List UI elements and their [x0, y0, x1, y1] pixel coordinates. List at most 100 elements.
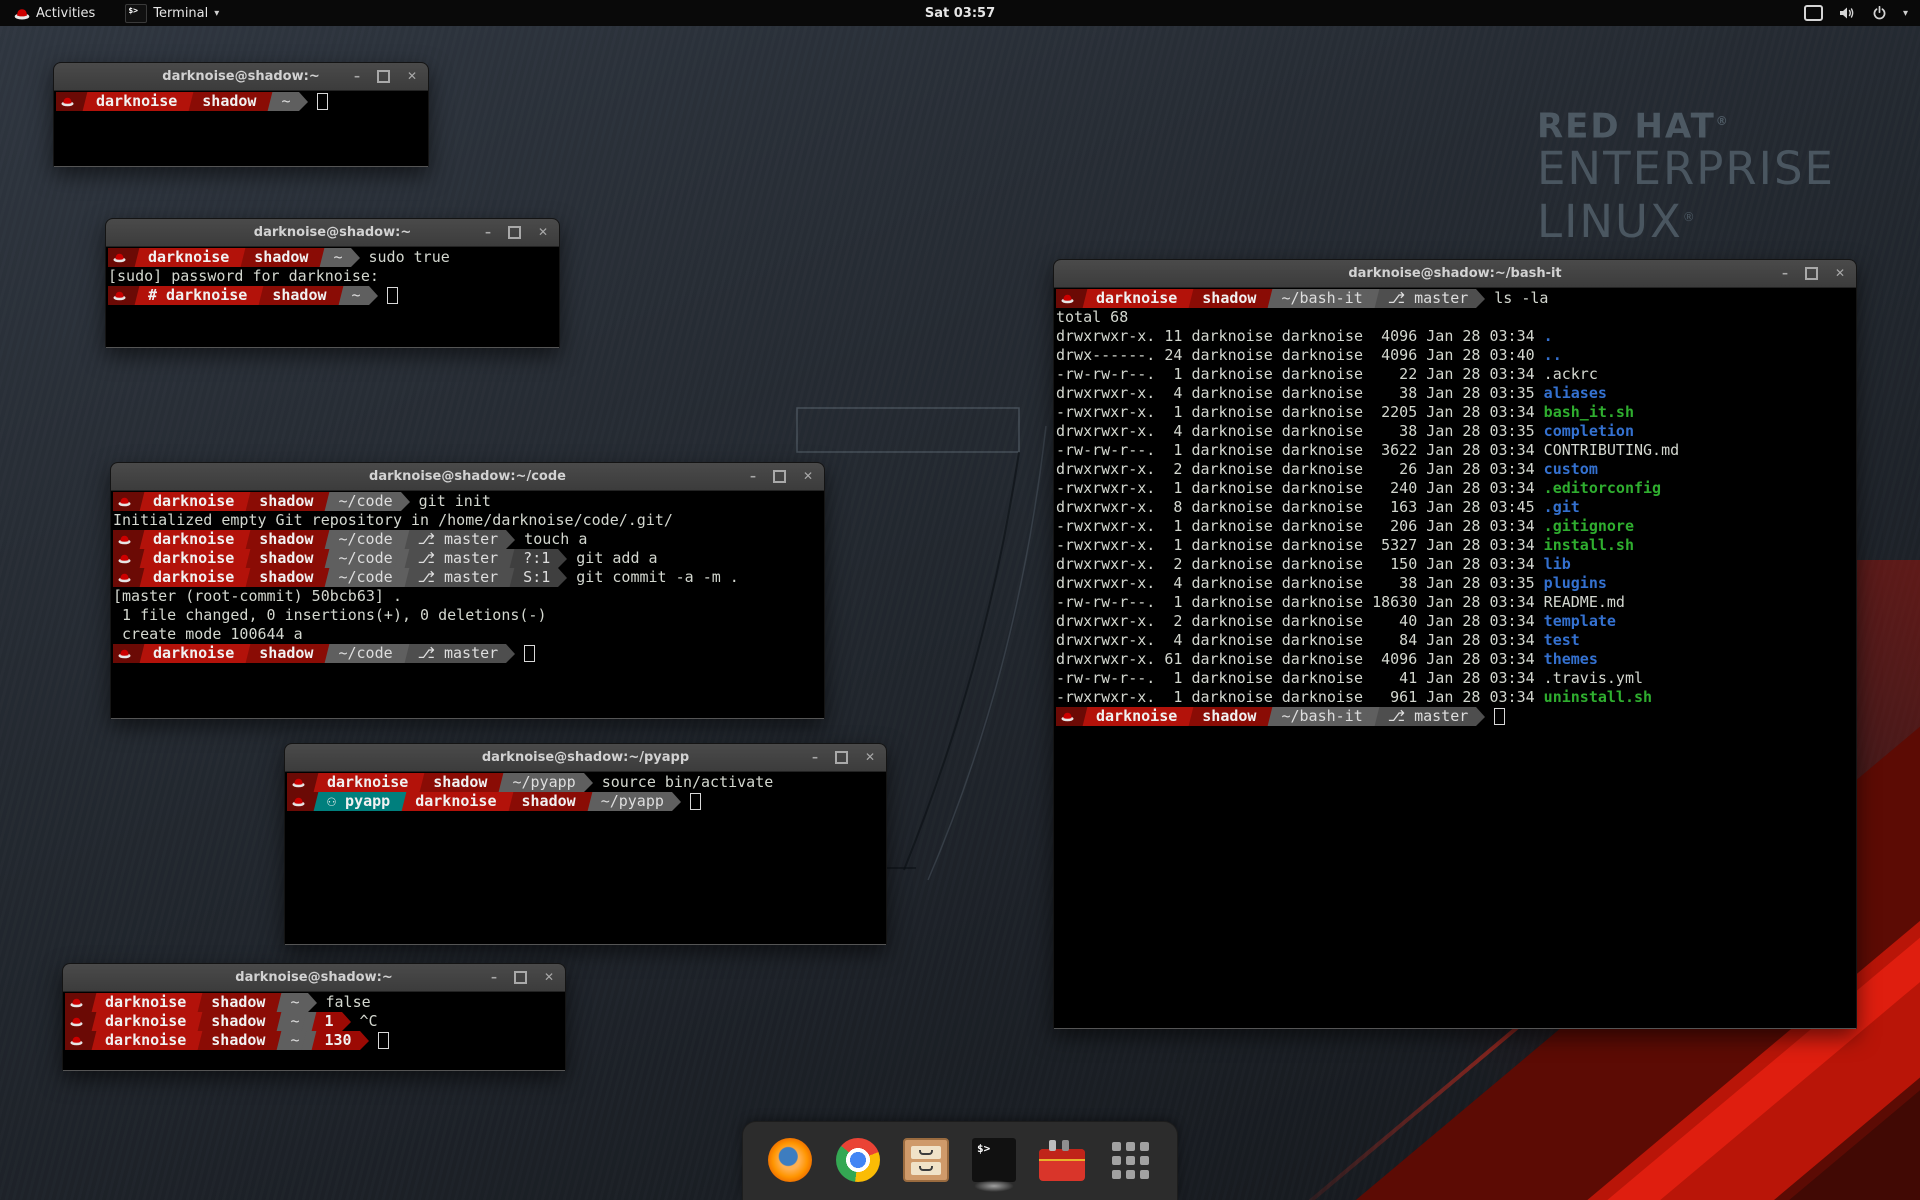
- prompt-segment-user: darknoise: [97, 993, 194, 1012]
- file-name: aliases: [1544, 384, 1607, 402]
- prompt-segment-branch: ⎇ master: [410, 568, 507, 587]
- file-meta: -rwxrwxr-x. 1 darknoise darknoise 206 Ja…: [1056, 517, 1544, 535]
- file-meta: -rw-rw-r--. 1 darknoise darknoise 18630 …: [1056, 593, 1544, 611]
- prompt-segment-branch: ⎇ master: [410, 530, 507, 549]
- app-menu-terminal[interactable]: $> Terminal ▾: [121, 0, 223, 26]
- close-button[interactable]: ✕: [803, 463, 813, 490]
- window-titlebar[interactable]: darknoise@shadow:~ – ✕: [106, 219, 559, 247]
- power-icon[interactable]: [1872, 6, 1887, 21]
- file-meta: -rw-rw-r--. 1 darknoise darknoise 22 Jan…: [1056, 365, 1544, 383]
- maximize-button[interactable]: [508, 219, 521, 246]
- terminal-content[interactable]: darknoiseshadow~/pyappsource bin/activat…: [285, 772, 886, 944]
- prompt-segment-branch: ⎇ master: [1380, 289, 1477, 308]
- dock-item-firefox[interactable]: [767, 1137, 813, 1183]
- terminal-content[interactable]: darknoiseshadow~falsedarknoiseshadow~1^C…: [63, 992, 565, 1070]
- terminal-window-home-1[interactable]: darknoise@shadow:~ – ✕ darknoiseshadow~: [53, 62, 429, 167]
- segment-separator: [1185, 707, 1194, 726]
- activities-label: Activities: [36, 6, 95, 21]
- window-titlebar[interactable]: darknoise@shadow:~/code – ✕: [111, 463, 824, 491]
- activities-button[interactable]: Activities: [10, 0, 99, 26]
- display-icon[interactable]: [1804, 5, 1823, 21]
- file-name: test: [1544, 631, 1580, 649]
- segment-separator: [273, 1012, 282, 1031]
- window-titlebar[interactable]: darknoise@shadow:~/bash-it – ✕: [1054, 260, 1856, 288]
- prompt-segment-branch: ⎇ master: [410, 549, 507, 568]
- prompt-arrow: [342, 1012, 351, 1031]
- minimize-button[interactable]: –: [1782, 260, 1788, 287]
- minimize-button[interactable]: –: [485, 219, 491, 246]
- prompt-segment-user: darknoise: [145, 530, 242, 549]
- close-button[interactable]: ✕: [865, 744, 875, 771]
- prompt-segment-exit: 130: [317, 1031, 360, 1050]
- command-text: git add a: [576, 549, 657, 568]
- file-name: .editorconfig: [1544, 479, 1661, 497]
- maximize-button[interactable]: [377, 63, 390, 90]
- terminal-content[interactable]: darknoiseshadow~: [54, 91, 428, 166]
- terminal-cursor: [387, 287, 398, 304]
- minimize-button[interactable]: –: [491, 964, 497, 991]
- segment-separator: [237, 248, 246, 267]
- dock-item-show-applications[interactable]: [1107, 1137, 1153, 1183]
- prompt-arrow: [360, 1031, 369, 1050]
- dock-item-chrome[interactable]: [835, 1137, 881, 1183]
- clock[interactable]: Sat 03:57: [925, 6, 995, 21]
- file-name: uninstall.sh: [1544, 688, 1652, 706]
- file-meta: drwxrwxr-x. 11 darknoise darknoise 4096 …: [1056, 327, 1544, 345]
- terminal-line: darknoiseshadow~: [56, 92, 426, 111]
- maximize-button[interactable]: [514, 964, 527, 991]
- app-grid-icon: [1112, 1142, 1149, 1179]
- prompt-segment-path: ~/pyapp: [593, 792, 672, 811]
- terminal-output-line: total 68: [1056, 308, 1854, 327]
- terminal-window-exitcodes[interactable]: darknoise@shadow:~ – ✕ darknoiseshadow~f…: [62, 963, 566, 1071]
- maximize-button[interactable]: [773, 463, 786, 490]
- prompt-arrow: [584, 773, 593, 792]
- segment-separator: [401, 644, 410, 663]
- terminal-cursor: [317, 93, 328, 110]
- segment-separator: [136, 492, 145, 511]
- terminal-output-line: [master (root-commit) 50bcb63] .: [113, 587, 822, 606]
- prompt-segment-path: ~: [344, 286, 369, 305]
- terminal-window-sudo[interactable]: darknoise@shadow:~ – ✕ darknoiseshadow~s…: [105, 218, 560, 348]
- command-text: ^C: [360, 1012, 378, 1031]
- minimize-button[interactable]: –: [354, 63, 360, 90]
- minimize-button[interactable]: –: [750, 463, 756, 490]
- file-list-row: -rw-rw-r--. 1 darknoise darknoise 18630 …: [1056, 593, 1854, 612]
- terminal-window-code[interactable]: darknoise@shadow:~/code – ✕ darknoisesha…: [110, 462, 825, 719]
- terminal-line: darknoiseshadow~/codegit init: [113, 492, 822, 511]
- segment-separator: [505, 792, 514, 811]
- file-name: .ackrc: [1544, 365, 1598, 383]
- volume-icon[interactable]: [1839, 6, 1856, 20]
- file-meta: -rwxrwxr-x. 1 darknoise darknoise 240 Ja…: [1056, 479, 1544, 497]
- terminal-content[interactable]: darknoiseshadow~sudo true[sudo] password…: [106, 247, 559, 347]
- terminal-window-bash-it[interactable]: darknoise@shadow:~/bash-it – ✕ darknoise…: [1053, 259, 1857, 1029]
- close-button[interactable]: ✕: [544, 964, 554, 991]
- file-list-row: -rwxrwxr-x. 1 darknoise darknoise 2205 J…: [1056, 403, 1854, 422]
- dock-item-toolbox[interactable]: [1039, 1137, 1085, 1183]
- window-titlebar[interactable]: darknoise@shadow:~ – ✕: [54, 63, 428, 91]
- terminal-line: darknoiseshadow~/bash-it⎇ masterls -la: [1056, 289, 1854, 308]
- chevron-down-icon[interactable]: ▾: [1903, 8, 1908, 19]
- window-titlebar[interactable]: darknoise@shadow:~/pyapp – ✕: [285, 744, 886, 772]
- terminal-output-line: Initialized empty Git repository in /hom…: [113, 511, 822, 530]
- segment-separator: [88, 1012, 97, 1031]
- close-button[interactable]: ✕: [538, 219, 548, 246]
- prompt-segment-status: S:1: [515, 568, 558, 587]
- window-titlebar[interactable]: darknoise@shadow:~ – ✕: [63, 964, 565, 992]
- maximize-button[interactable]: [835, 744, 848, 771]
- terminal-content[interactable]: darknoiseshadow~/bash-it⎇ masterls -lato…: [1054, 288, 1856, 1028]
- file-meta: -rwxrwxr-x. 1 darknoise darknoise 2205 J…: [1056, 403, 1544, 421]
- segment-separator: [136, 644, 145, 663]
- terminal-content[interactable]: darknoiseshadow~/codegit initInitialized…: [111, 491, 824, 718]
- segment-separator: [242, 549, 251, 568]
- close-button[interactable]: ✕: [407, 63, 417, 90]
- minimize-button[interactable]: –: [812, 744, 818, 771]
- dock-item-terminal[interactable]: $>: [971, 1137, 1017, 1183]
- rhel-wallpaper-logo: RED HAT® ENTERPRISE LINUX®: [1537, 103, 1835, 246]
- close-button[interactable]: ✕: [1835, 260, 1845, 287]
- maximize-button[interactable]: [1805, 260, 1818, 287]
- file-meta: -rw-rw-r--. 1 darknoise darknoise 41 Jan…: [1056, 669, 1544, 687]
- terminal-window-pyapp[interactable]: darknoise@shadow:~/pyapp – ✕ darknoisesh…: [284, 743, 887, 945]
- dock-item-files[interactable]: [903, 1137, 949, 1183]
- terminal-icon: $>: [972, 1138, 1016, 1182]
- prompt-segment-path: ~: [325, 248, 350, 267]
